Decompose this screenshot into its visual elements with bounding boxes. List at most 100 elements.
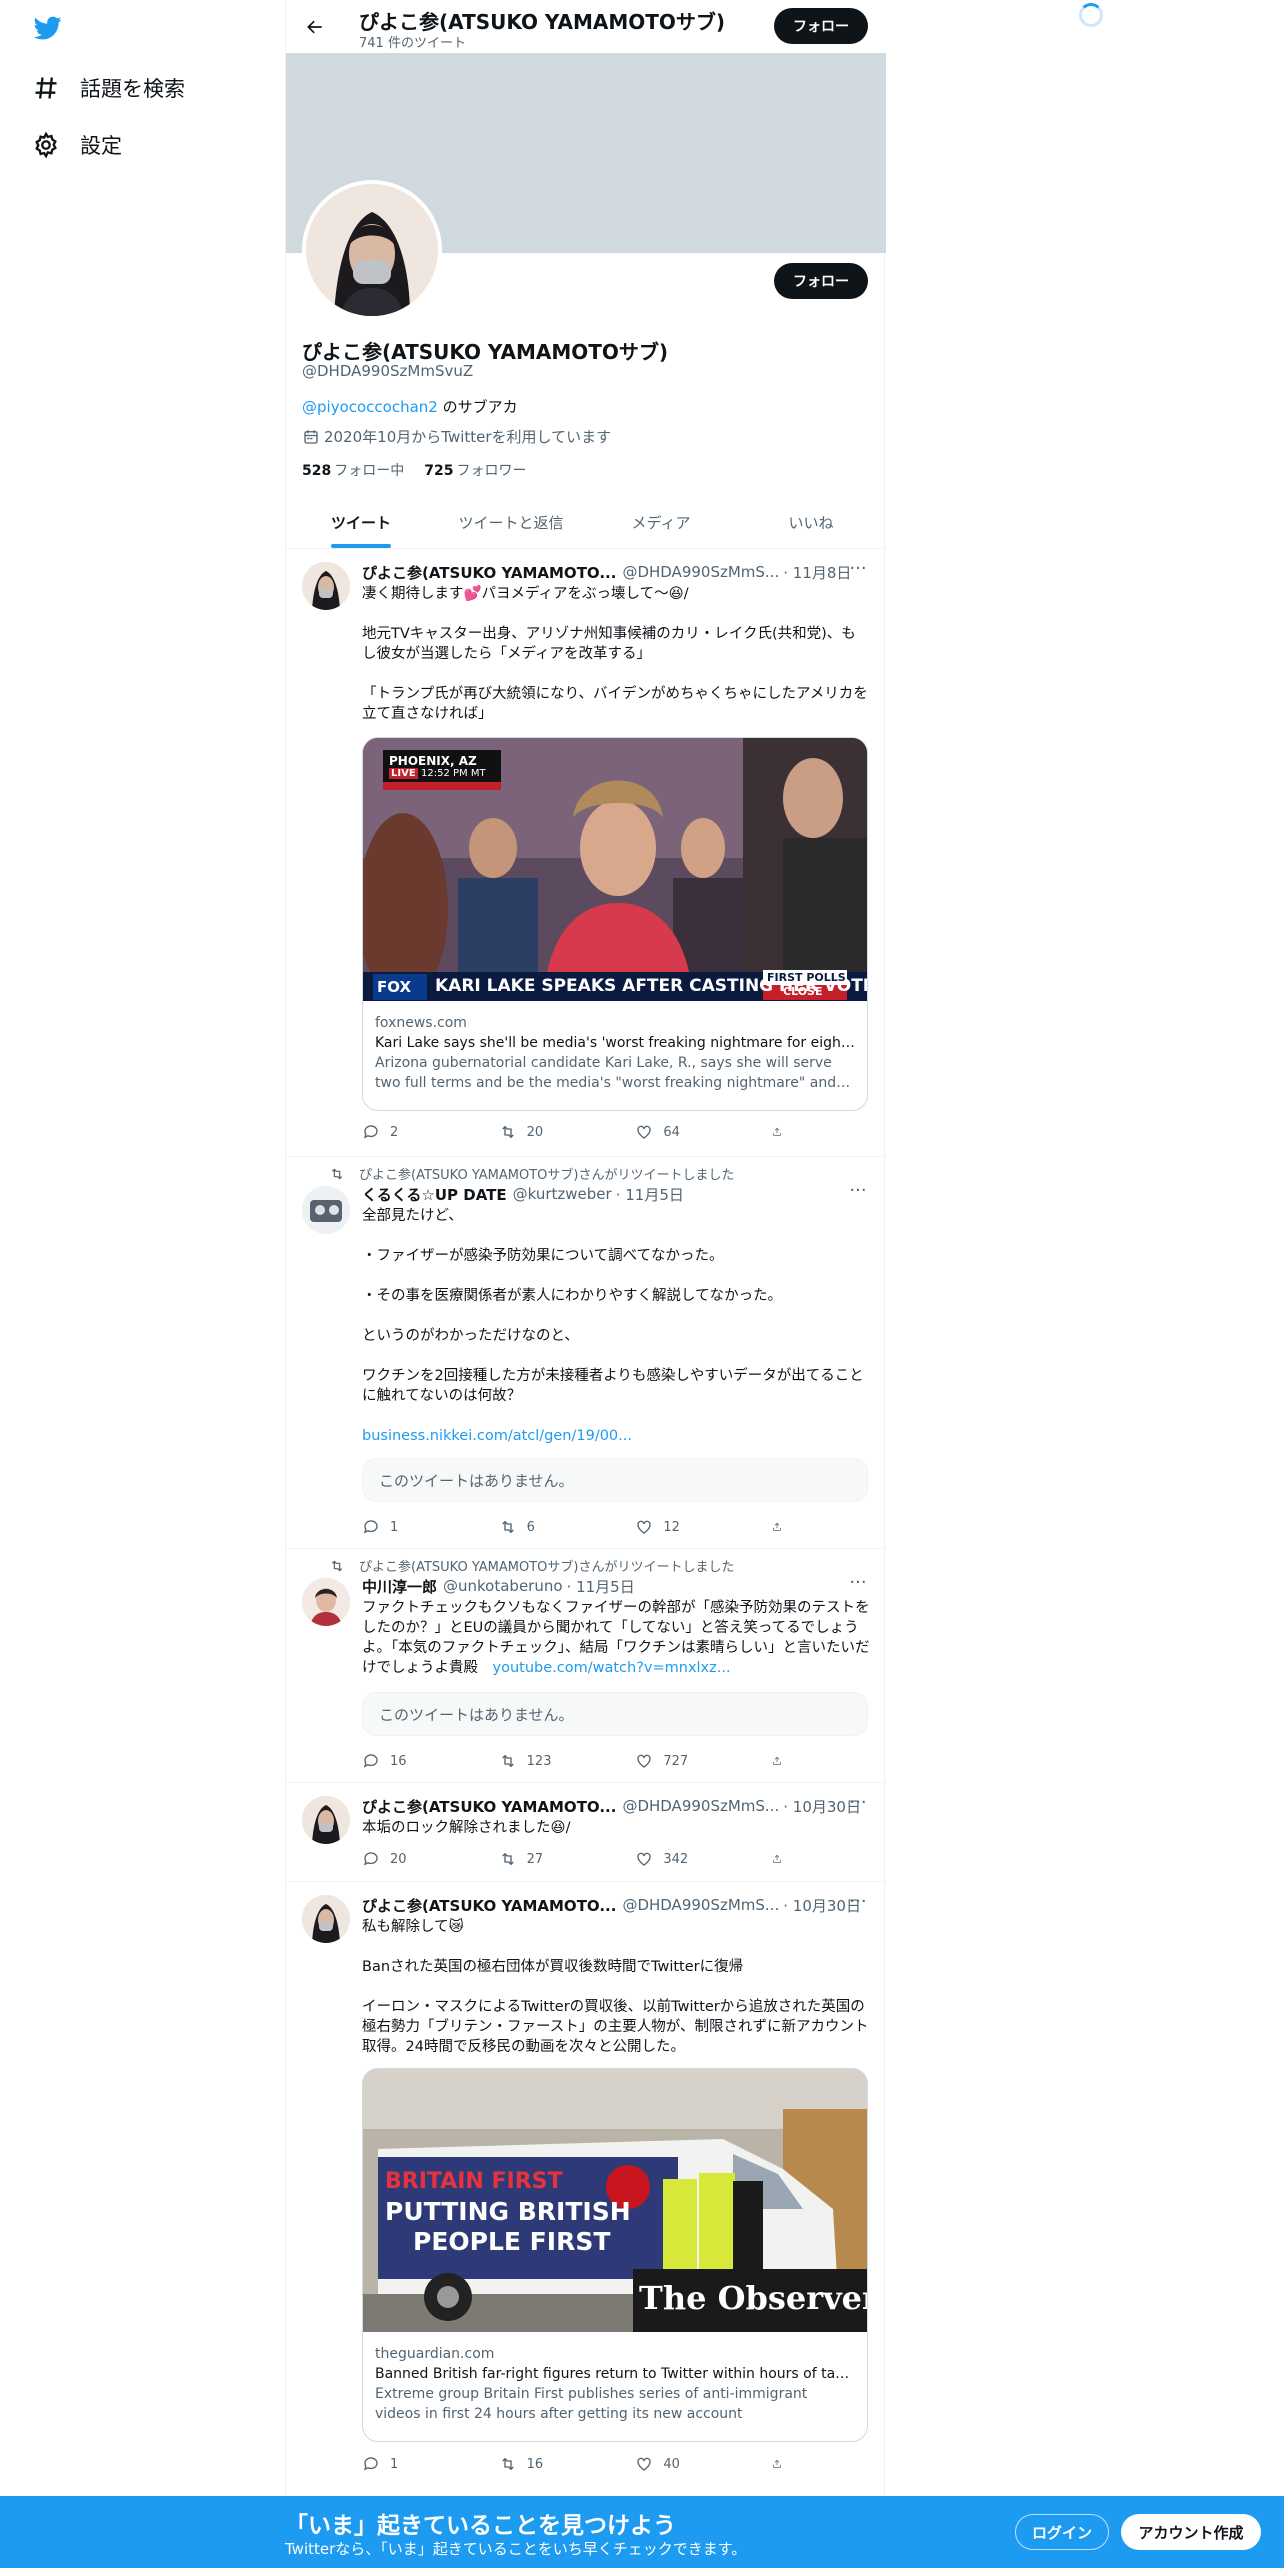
back-button[interactable]	[298, 10, 332, 44]
tweet-author-handle[interactable]: @unkotaberuno	[443, 1577, 563, 1595]
card-domain: theguardian.com	[375, 2346, 495, 2362]
share-button[interactable]	[772, 1850, 792, 1868]
retweet-button[interactable]: 6	[499, 1518, 589, 1536]
more-options-icon[interactable]: ···	[846, 1182, 870, 1204]
prompt-subtitle: Twitterなら、「いま」起きていることをいち早くチェックできます。	[285, 2540, 747, 2558]
tweet[interactable]: ぴよこ参(ATSUKO YAMAMOTOサブ)さんがリツイートしました 中川淳一…	[286, 1550, 886, 1783]
retweet-icon	[501, 1520, 514, 1534]
login-button[interactable]: ログイン	[1015, 2514, 1109, 2550]
reply-button[interactable]: 20	[362, 1850, 452, 1868]
tweet-author-name[interactable]: くるくる☆UP DATE	[362, 1184, 507, 1205]
tweet[interactable]: ぴよこ参(ATSUKO YAMAMOTOサブ)さんがリツイートしました くるくる…	[286, 1158, 886, 1549]
tab-media[interactable]: メディア	[586, 496, 736, 548]
tweet[interactable]: ぴよこ参(ATSUKO YAMAMOTO... @DHDA990SzMmS...…	[286, 550, 886, 1157]
like-button[interactable]: 12	[635, 1518, 725, 1536]
tweet-date[interactable]: · 11月8日	[783, 562, 851, 583]
retweeted-by-text[interactable]: ぴよこ参(ATSUKO YAMAMOTOサブ)さんがリツイートしました	[359, 1164, 734, 1183]
signup-prompt-bar: 「いま」起きていることを見つけよう Twitterなら、「いま」起きていることを…	[0, 2496, 1284, 2568]
tab-likes[interactable]: いいね	[736, 496, 886, 548]
share-icon	[773, 1127, 781, 1136]
retweet-button[interactable]: 123	[499, 1752, 589, 1770]
tweet-author-name[interactable]: 中川淳一郎	[362, 1576, 437, 1597]
retweet-button[interactable]: 27	[499, 1850, 589, 1868]
like-button[interactable]: 40	[635, 2455, 725, 2473]
tweet-date[interactable]: · 11月5日	[567, 1576, 635, 1597]
card-location-tag: PHOENIX, AZ	[389, 754, 477, 768]
nav-item-label: 設定	[80, 134, 122, 158]
tweet-avatar[interactable]	[302, 1186, 350, 1234]
van-text-line3: PEOPLE FIRST	[413, 2227, 611, 2256]
tweet-author-handle[interactable]: @DHDA990SzMmS...	[622, 563, 779, 581]
heart-icon	[637, 1125, 651, 1139]
share-button[interactable]	[772, 1518, 792, 1536]
avatar-photo	[302, 1796, 350, 1844]
tweet-header: くるくる☆UP DATE @kurtzweber · 11月5日	[362, 1184, 870, 1204]
tweet-author-handle[interactable]: @DHDA990SzMmS...	[622, 1797, 779, 1815]
reply-button[interactable]: 2	[362, 1123, 452, 1141]
tweet-avatar[interactable]	[302, 1578, 350, 1626]
followers-count: 725	[424, 463, 454, 479]
reply-icon	[363, 1520, 378, 1534]
header-follow-button[interactable]: フォロー	[774, 8, 868, 44]
tweet-author-name[interactable]: ぴよこ参(ATSUKO YAMAMOTO...	[362, 1895, 616, 1916]
tweet-avatar[interactable]	[302, 562, 350, 610]
tweet[interactable]: ぴよこ参(ATSUKO YAMAMOTO... @DHDA990SzMmS...…	[286, 1784, 886, 1882]
share-button[interactable]	[772, 1123, 792, 1141]
tweet-text: ファクトチェックもクソもなくファイザーの幹部が「感染予防効果のテストをしたのか？…	[362, 1598, 870, 1678]
like-button[interactable]: 342	[635, 1850, 725, 1868]
card-network-logo: FOX	[377, 978, 412, 996]
link-card[interactable]: PHOENIX, AZ LIVE 12:52 PM MT FOX KARI LA…	[362, 737, 868, 1111]
tweet-author-name[interactable]: ぴよこ参(ATSUKO YAMAMOTO...	[362, 562, 616, 583]
tweet-avatar[interactable]	[302, 1895, 350, 1943]
like-count: 727	[663, 1753, 689, 1769]
like-button[interactable]: 64	[635, 1123, 725, 1141]
tweet-avatar[interactable]	[302, 1796, 350, 1844]
tweet-text: 私も解除して😿 Banされた英国の極右団体が買収後数時間でTwitterに復帰 …	[362, 1919, 869, 2055]
quoted-tweet-unavailable: このツイートはありません。	[362, 1458, 868, 1502]
tweet-author-handle[interactable]: @kurtzweber	[513, 1185, 612, 1203]
retweet-button[interactable]: 16	[499, 2455, 589, 2473]
twitter-bird-icon[interactable]	[32, 14, 64, 42]
more-options-icon[interactable]: ···	[846, 1794, 870, 1816]
tab-tweets-and-replies[interactable]: ツイートと返信	[436, 496, 586, 548]
followers-stat[interactable]: 725 フォロワー	[424, 460, 526, 480]
tweet-link[interactable]: business.nikkei.com/atcl/gen/19/00...	[362, 1426, 870, 1446]
profile-follow-button[interactable]: フォロー	[774, 263, 868, 299]
heart-icon	[637, 1852, 651, 1866]
tweet-text: 凄く期待します💕パヨメディアをぶっ壊して〜😆/ 地元TVキャスター出身、アリゾナ…	[362, 586, 868, 722]
reply-button[interactable]: 1	[362, 1518, 452, 1536]
reply-button[interactable]: 16	[362, 1752, 452, 1770]
reply-button[interactable]: 1	[362, 2455, 452, 2473]
tweet-author-name[interactable]: ぴよこ参(ATSUKO YAMAMOTO...	[362, 1796, 616, 1817]
like-count: 12	[663, 1519, 680, 1535]
tweet-date[interactable]: · 11月5日	[616, 1184, 684, 1205]
nav-item-explore[interactable]: 話題を検索	[32, 68, 185, 108]
reply-icon	[363, 1852, 378, 1866]
reply-icon	[363, 2457, 378, 2471]
following-stat[interactable]: 528 フォロー中	[302, 460, 404, 480]
share-icon	[773, 1854, 781, 1863]
link-card[interactable]: BRITAIN FIRST PUTTING BRITISH PEOPLE FIR…	[362, 2068, 868, 2442]
bio-mention-link[interactable]: @piyococcochan2	[302, 398, 438, 416]
share-button[interactable]	[772, 2455, 792, 2473]
tweet-header: ぴよこ参(ATSUKO YAMAMOTO... @DHDA990SzMmS...…	[362, 1895, 870, 1915]
tweet-author-handle[interactable]: @DHDA990SzMmS...	[622, 1896, 779, 1914]
more-options-icon[interactable]: ···	[846, 1574, 870, 1596]
share-button[interactable]	[772, 1752, 792, 1770]
like-button[interactable]: 727	[635, 1752, 725, 1770]
tweet[interactable]: ぴよこ参(ATSUKO YAMAMOTO... @DHDA990SzMmS...…	[286, 1883, 886, 2496]
profile-avatar[interactable]	[302, 180, 442, 320]
share-icon	[773, 1522, 781, 1531]
more-options-icon[interactable]: ···	[846, 560, 870, 582]
retweet-button[interactable]: 20	[499, 1123, 589, 1141]
more-options-icon[interactable]: ···	[846, 1893, 870, 1915]
nav-item-settings[interactable]: 設定	[32, 125, 122, 165]
tab-tweets[interactable]: ツイート	[286, 496, 436, 548]
tweet-link[interactable]: youtube.com/watch?v=mnxlxz...	[493, 1660, 731, 1676]
tweet-header: ぴよこ参(ATSUKO YAMAMOTO... @DHDA990SzMmS...…	[362, 1796, 870, 1816]
retweeted-by-text[interactable]: ぴよこ参(ATSUKO YAMAMOTOサブ)さんがリツイートしました	[359, 1556, 734, 1575]
signup-button[interactable]: アカウント作成	[1121, 2514, 1261, 2550]
retweet-count: 27	[526, 1851, 544, 1867]
header-name: ぴよこ参(ATSUKO YAMAMOTOサブ)	[359, 10, 726, 34]
tweet-actions: 20 27 342	[362, 1850, 792, 1868]
